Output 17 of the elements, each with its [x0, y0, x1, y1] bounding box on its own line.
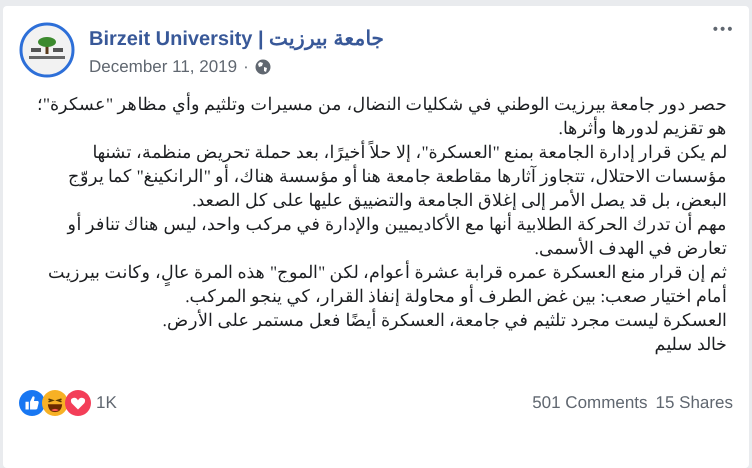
reaction-count-link[interactable]: 1K	[96, 393, 117, 413]
separator: ·	[243, 57, 249, 77]
post-date-link[interactable]: December 11, 2019	[89, 57, 238, 77]
more-options-button[interactable]: •••	[711, 22, 733, 38]
page-name-link[interactable]: Birzeit University | جامعة بيرزيت	[89, 26, 384, 51]
post-paragraph: مهم أن تدرك الحركة الطلابية أنها مع الأكاديميين والإدارة في مركب واحد، ليس هناك تنافر أو تعارض في الهدف الأسمى.	[66, 212, 727, 260]
post-paragraph: لم يكن قرار إدارة الجامعة بمنع "العسكرة"، إلا حلاً أخيرًا، بعد حملة تحريض منظمة، تشنها مؤسسات الاحتلال، تتجاوز آثارها مقاطعة جامعة هنا أو مؤسسة هناك، أو "الرانكينغ" كما يروّج البعض، بل قد يصل الأمر إلى إغلاق الجامعة والتضييق عليها على كل الصعد.	[66, 140, 727, 212]
post-paragraph: حصر دور جامعة بيرزيت الوطني في شكليات النضال، من مسيرات وتلثيم وأي مظاهر "عسكرة"؛ هو تقزيم لدورها وأثرها.	[36, 92, 727, 140]
shares-link[interactable]: 15 Shares	[656, 393, 733, 413]
logo-icon[interactable]	[19, 22, 75, 78]
like-icon[interactable]	[19, 390, 45, 416]
post-paragraph: العسكرة ليست مجرد تلثيم في جامعة، العسكرة أيضًا فعل مستمر على الأرض.	[162, 308, 727, 332]
post-paragraph: ثم إن قرار منع العسكرة عمره قرابة عشرة أعوام، لكن "الموج" هذه المرة عالٍ، وكانت بيرزيت أمام اختيار صعب: بين غض الطرف أو محاولة إنفاذ القرار، كي ينجو المركب.	[47, 260, 727, 308]
globe-icon[interactable]	[254, 59, 271, 75]
laughing-face-icon[interactable]	[42, 390, 68, 416]
comments-link[interactable]: 501 Comments	[532, 393, 648, 413]
post-paragraph: خالد سليم	[654, 333, 727, 356]
